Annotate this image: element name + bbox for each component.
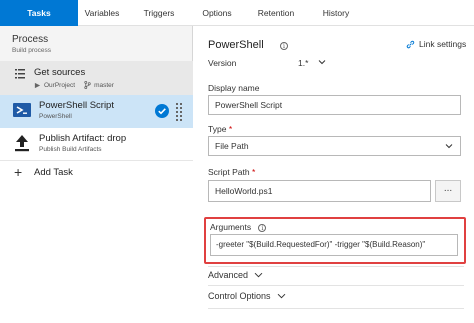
type-label: Type * [208,124,232,134]
arguments-label: Arguments i [210,222,267,232]
control-options-label: Control Options [208,291,271,301]
get-sources-item[interactable]: Get sources OurProject master [0,61,193,95]
arguments-field[interactable]: -greeter "$(Build.RequestedFor)" -trigge… [210,234,458,256]
task-name: Publish Artifact: drop [39,133,127,144]
tab-tasks[interactable]: Tasks [0,0,78,26]
task-name: PowerShell Script [39,100,114,111]
tab-triggers[interactable]: Triggers [126,0,192,26]
plus-icon: + [14,164,23,180]
tab-bar: Tasks Variables Triggers Options Retenti… [0,0,474,26]
info-icon[interactable]: i [280,42,288,50]
chevron-down-icon [277,293,285,299]
branch-name: master [94,81,114,89]
tab-variables[interactable]: Variables [78,0,126,26]
check-circle-icon [155,104,169,118]
task-subtitle: Publish Build Artifacts [39,146,102,153]
script-path-label-text: Script Path [208,167,250,177]
task-list-pane: Process Build process Get sources OurPro… [0,26,193,323]
display-name-label: Display name [208,83,260,93]
required-mark: * [251,167,256,177]
repo-icon [34,82,41,88]
task-subtitle: PowerShell [39,113,72,120]
chevron-down-icon [254,272,263,278]
empty-area [0,185,193,323]
drag-handle-icon[interactable] [176,103,182,121]
type-select[interactable]: File Path [208,136,461,156]
chevron-down-icon [445,144,453,149]
browse-button[interactable]: ... [435,180,461,202]
advanced-label: Advanced [208,270,249,280]
chevron-down-icon[interactable] [318,59,326,65]
panel-title: PowerShell [208,39,264,51]
add-task-label: Add Task [34,167,73,178]
divider [208,266,464,267]
arguments-label-text: Arguments [210,222,252,232]
advanced-section-toggle[interactable]: Advanced [208,270,263,280]
task-publish-artifact[interactable]: Publish Artifact: drop Publish Build Art… [0,128,193,161]
tab-history[interactable]: History [310,0,362,26]
list-icon [15,69,25,79]
task-details-pane: PowerShell i Link settings Version 1.* D… [194,26,474,323]
type-label-text: Type [208,124,227,134]
upload-icon [15,135,29,152]
tab-options[interactable]: Options [192,0,242,26]
script-path-field[interactable]: HelloWorld.ps1 [208,180,431,202]
info-icon[interactable]: i [258,223,267,232]
process-header[interactable]: Process Build process [0,26,193,61]
get-sources-label: Get sources [34,67,86,78]
required-mark: * [228,124,233,134]
powershell-icon [13,103,31,117]
divider [208,308,464,309]
version-select[interactable]: 1.* [298,58,308,68]
process-subtitle: Build process [12,47,52,54]
link-icon [406,40,415,48]
divider [208,285,464,286]
branch-icon [84,81,91,89]
task-powershell-script[interactable]: PowerShell Script PowerShell [0,95,193,128]
link-settings-button[interactable]: Link settings [406,39,466,49]
script-path-label: Script Path * [208,167,255,177]
process-title: Process [12,34,49,45]
link-settings-label: Link settings [419,39,467,49]
get-sources-meta: OurProject master [34,81,114,89]
display-name-field[interactable]: PowerShell Script [208,95,461,115]
add-task-button[interactable]: + Add Task [0,161,193,185]
project-name: OurProject [44,81,76,89]
arguments-highlight: Arguments i -greeter "$(Build.RequestedF… [204,217,466,264]
version-label: Version [208,58,237,68]
type-value: File Path [215,141,249,151]
tab-retention[interactable]: Retention [242,0,310,26]
control-options-toggle[interactable]: Control Options [208,291,286,301]
